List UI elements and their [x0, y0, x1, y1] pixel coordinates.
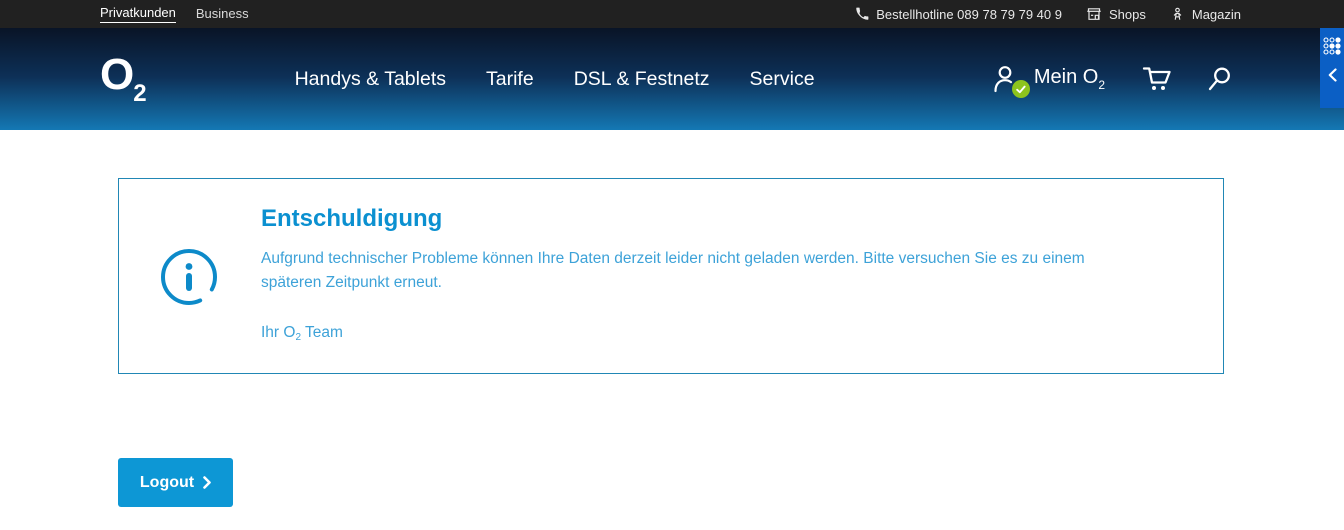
- chevron-left-icon: [1328, 68, 1337, 82]
- magazin-person-icon: [1173, 7, 1182, 20]
- message-signature: Ihr O2 Team: [261, 324, 343, 343]
- magazin-link[interactable]: Magazin: [1170, 7, 1241, 22]
- nav-item-dsl-festnetz[interactable]: DSL & Festnetz: [574, 68, 710, 91]
- hotline-label: Bestellhotline 089 78 79 79 40 9: [876, 6, 1062, 22]
- utility-bar: Privatkunden Business Bestellhotline 089…: [0, 0, 1344, 28]
- tab-business[interactable]: Business: [196, 6, 249, 23]
- nav-item-service[interactable]: Service: [750, 68, 815, 91]
- utility-links: Bestellhotline 089 78 79 79 40 9 Shops M…: [854, 6, 1241, 22]
- message-body: Aufgrund technischer Probleme können Ihr…: [261, 250, 1085, 291]
- chevron-right-icon: [203, 476, 211, 489]
- primary-nav: Handys & Tablets Tarife DSL & Festnetz S…: [295, 68, 815, 91]
- logged-in-badge: [1011, 80, 1030, 98]
- info-icon: [161, 249, 217, 305]
- nav-item-handys-tablets[interactable]: Handys & Tablets: [295, 68, 446, 91]
- account-icon-wrap: [991, 63, 1030, 98]
- shops-label: Shops: [1108, 6, 1146, 22]
- message-content: Entschuldigung Aufgrund technischer Prob…: [119, 179, 1223, 373]
- shops-link[interactable]: Shops: [1086, 6, 1146, 22]
- search-button[interactable]: [1205, 65, 1233, 93]
- cart-button[interactable]: [1141, 64, 1175, 94]
- dot-grid-icon: [1323, 37, 1341, 55]
- logo-subscript: 2: [133, 79, 147, 107]
- main-navbar: O2 Handys & Tablets Tarife DSL & Festnet…: [0, 28, 1344, 130]
- account-label: Mein O2: [1033, 66, 1105, 92]
- nav-item-tarife[interactable]: Tarife: [486, 68, 534, 91]
- cart-icon: [1142, 67, 1171, 90]
- navbar-actions: Mein O2: [991, 63, 1233, 98]
- logout-label: Logout: [139, 473, 195, 491]
- storefront-icon: [1087, 8, 1101, 20]
- search-icon: [1208, 67, 1230, 91]
- phone-icon: [856, 7, 869, 20]
- error-message-box: Entschuldigung Aufgrund technischer Prob…: [118, 178, 1224, 374]
- o2-logo[interactable]: O2: [100, 49, 147, 107]
- segment-switcher: Privatkunden Business: [100, 5, 249, 23]
- check-icon: [1016, 85, 1026, 93]
- accessibility-side-widget[interactable]: [1320, 28, 1344, 108]
- logout-button[interactable]: Logout: [118, 458, 233, 507]
- tab-privatkunden[interactable]: Privatkunden: [100, 5, 176, 23]
- hotline-link[interactable]: Bestellhotline 089 78 79 79 40 9: [854, 7, 1062, 22]
- logo-text: O: [100, 49, 134, 99]
- magazin-label: Magazin: [1191, 6, 1241, 22]
- mein-o2-account-button[interactable]: Mein O2: [991, 63, 1105, 98]
- message-title: Entschuldigung: [261, 205, 443, 232]
- account-label-subscript: 2: [1098, 78, 1105, 92]
- page-content: Entschuldigung Aufgrund technischer Prob…: [0, 178, 1344, 507]
